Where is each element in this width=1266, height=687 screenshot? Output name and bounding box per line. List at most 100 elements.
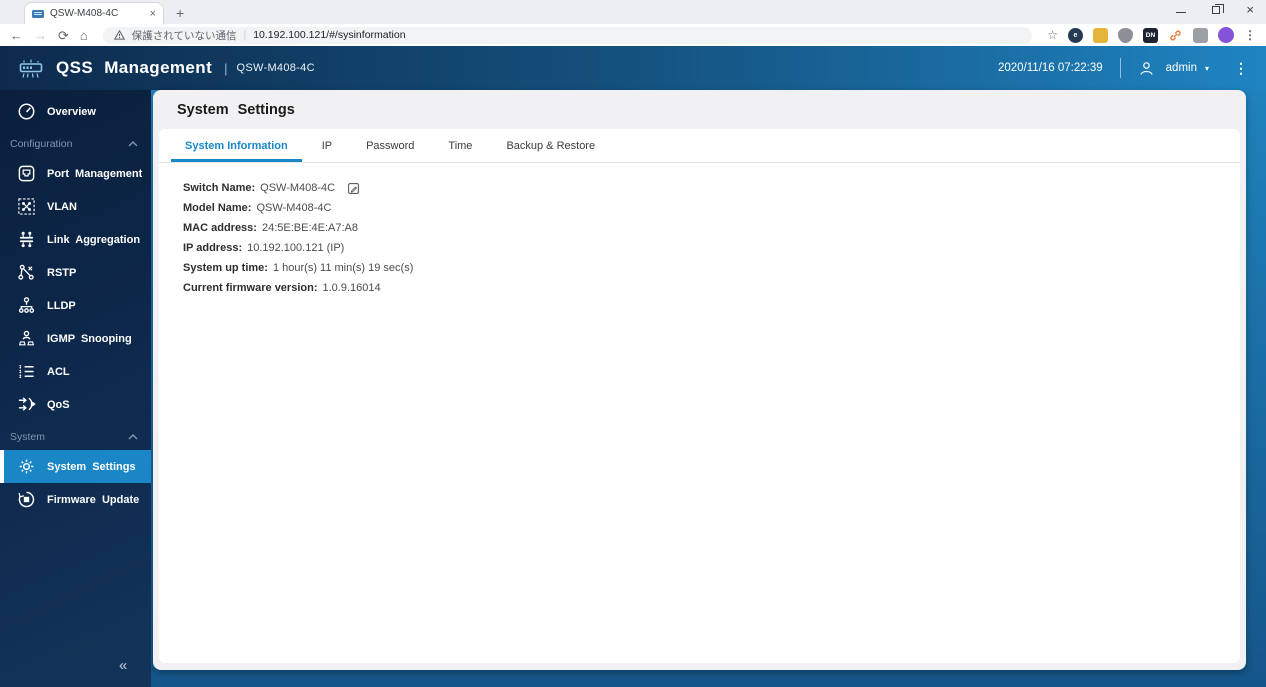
gear-icon [17, 457, 36, 476]
extension-icon-4[interactable]: DN [1143, 27, 1158, 43]
window-controls: × [1176, 3, 1254, 16]
tab-ip[interactable]: IP [320, 129, 334, 162]
field-label: Current firmware version: [183, 282, 318, 294]
field-value: 1 hour(s) 11 min(s) 19 sec(s) [272, 262, 414, 274]
app-title: QSS Management [56, 58, 213, 77]
tab-system-information[interactable]: System Information [171, 129, 302, 162]
page-title: System Settings [177, 102, 295, 118]
header-menu-icon[interactable]: ⋮ [1234, 60, 1248, 77]
site-favicon-icon [32, 9, 44, 19]
sidebar-item-acl[interactable]: ACL [0, 355, 151, 388]
sidebar-item-firmware-update[interactable]: Firmware Update [0, 483, 151, 516]
edit-switch-name-icon[interactable] [347, 182, 360, 195]
field-label: System up time: [183, 262, 268, 274]
sidebar-item-label: Port Management [47, 167, 143, 180]
browser-tab[interactable]: QSW-M408-4C × [24, 2, 164, 24]
chevron-up-icon [128, 433, 138, 439]
sidebar-item-label: ACL [47, 365, 70, 378]
header-right: 2020/11/16 07:22:39 admin ▾ ⋮ [998, 58, 1248, 78]
sidebar-item-igmp-snooping[interactable]: IGMP Snooping [0, 322, 151, 355]
qos-icon [17, 395, 36, 414]
sidebar-item-label: IGMP Snooping [47, 332, 132, 345]
datetime-text: 2020/11/16 07:22:39 [997, 62, 1103, 74]
header-divider: | [224, 60, 228, 76]
window-close-button[interactable]: × [1246, 3, 1254, 16]
sidebar-item-label: System Settings [47, 460, 136, 473]
user-caret-icon[interactable]: ▾ [1205, 64, 1209, 73]
field-value: 10.192.100.121 (IP) [247, 242, 345, 254]
sidebar-collapse-icon[interactable]: « [119, 657, 127, 674]
sidebar-item-label: LLDP [47, 299, 76, 312]
field-value: QSW-M408-4C [256, 202, 332, 214]
bookmark-star-icon[interactable]: ☆ [1047, 28, 1058, 42]
sidebar-item-label: Link Aggregation [47, 233, 141, 246]
app-body: Overview Configuration Port Management V… [0, 90, 1266, 687]
sidebar-item-lldp[interactable]: LLDP [0, 289, 151, 322]
browser-chrome: QSW-M408-4C × + × ← → ⟳ ⌂ 保護されていない通信 | 1… [0, 0, 1266, 46]
tab-password[interactable]: Password [364, 129, 416, 162]
gauge-icon [17, 102, 36, 121]
extensions-puzzle-icon[interactable] [1193, 27, 1208, 43]
forward-icon[interactable]: → [34, 29, 47, 42]
omnibox-divider: | [243, 29, 247, 41]
settings-tabs: System Information IP Password Time Back… [159, 129, 1240, 163]
tab-title: QSW-M408-4C [50, 8, 119, 19]
field-switch-name: Switch Name: QSW-M408-4C [183, 178, 1216, 198]
field-value: QSW-M408-4C [260, 182, 336, 194]
sidebar-item-overview[interactable]: Overview [0, 95, 151, 128]
lldp-icon [17, 296, 36, 315]
browser-menu-icon[interactable]: ⋮ [1244, 28, 1256, 42]
sidebar-item-label: Overview [47, 105, 96, 118]
igmp-snooping-icon [17, 329, 36, 348]
extension-icon-3[interactable] [1118, 27, 1133, 43]
sidebar-item-rstp[interactable]: RSTP [0, 256, 151, 289]
profile-avatar[interactable] [1218, 27, 1234, 43]
sidebar-item-qos[interactable]: QoS [0, 388, 151, 421]
field-label: MAC address: [183, 222, 257, 234]
toolbar-trail: ☆ e DN ⋮ [1047, 27, 1256, 43]
app-header: QSS Management | QSW-M408-4C 2020/11/16 … [0, 46, 1266, 90]
rstp-icon [17, 263, 36, 282]
sidebar-item-label: RSTP [47, 266, 77, 279]
field-mac-address: MAC address: 24:5E:BE:4E:A7:A8 [183, 218, 1216, 238]
sidebar-section-configuration[interactable]: Configuration [0, 130, 151, 157]
new-tab-button[interactable]: + [176, 5, 184, 21]
user-menu[interactable]: admin [1166, 62, 1197, 74]
chevron-up-icon [128, 140, 138, 146]
field-firmware-version: Current firmware version: 1.0.9.16014 [183, 278, 1216, 298]
field-value: 1.0.9.16014 [322, 282, 381, 294]
settings-panel: System Information IP Password Time Back… [159, 129, 1240, 663]
extension-icon-1[interactable]: e [1068, 27, 1083, 43]
reload-icon[interactable]: ⟳ [58, 29, 69, 42]
field-ip-address: IP address: 10.192.100.121 (IP) [183, 238, 1216, 258]
extension-icon-2[interactable] [1093, 27, 1108, 43]
address-bar[interactable]: 保護されていない通信 | 10.192.100.121/#/sysinforma… [102, 26, 1033, 44]
sidebar-item-vlan[interactable]: VLAN [0, 190, 151, 223]
section-label: System [10, 430, 46, 443]
tab-backup-restore[interactable]: Backup & Restore [504, 129, 597, 162]
sidebar-item-label: QoS [47, 398, 70, 411]
acl-icon [17, 362, 36, 381]
tab-time[interactable]: Time [446, 129, 474, 162]
security-warning-text: 保護されていない通信 [131, 29, 237, 42]
not-secure-warning-icon [113, 30, 125, 40]
back-icon[interactable]: ← [10, 29, 23, 42]
window-restore-button[interactable] [1212, 3, 1225, 14]
tab-strip: QSW-M408-4C × + × [0, 0, 1266, 24]
sidebar-item-port-management[interactable]: Port Management [0, 157, 151, 190]
field-value: 24:5E:BE:4E:A7:A8 [261, 222, 358, 234]
home-icon[interactable]: ⌂ [80, 29, 88, 42]
tab-close-icon[interactable]: × [150, 8, 156, 20]
section-label: Configuration [10, 137, 73, 150]
user-icon [1138, 60, 1155, 77]
browser-toolbar: ← → ⟳ ⌂ 保護されていない通信 | 10.192.100.121/#/sy… [0, 24, 1266, 46]
url-text: 10.192.100.121/#/sysinformation [253, 29, 406, 41]
system-information-fields: Switch Name: QSW-M408-4C Model Name: QSW… [159, 163, 1240, 313]
sidebar-item-system-settings[interactable]: System Settings [0, 450, 151, 483]
sidebar-item-link-aggregation[interactable]: Link Aggregation [0, 223, 151, 256]
sidebar: Overview Configuration Port Management V… [0, 90, 151, 687]
sidebar-section-system[interactable]: System [0, 423, 151, 450]
device-name: QSW-M408-4C [236, 62, 315, 74]
extension-link-icon[interactable] [1168, 28, 1183, 43]
window-minimize-button[interactable] [1176, 12, 1187, 13]
